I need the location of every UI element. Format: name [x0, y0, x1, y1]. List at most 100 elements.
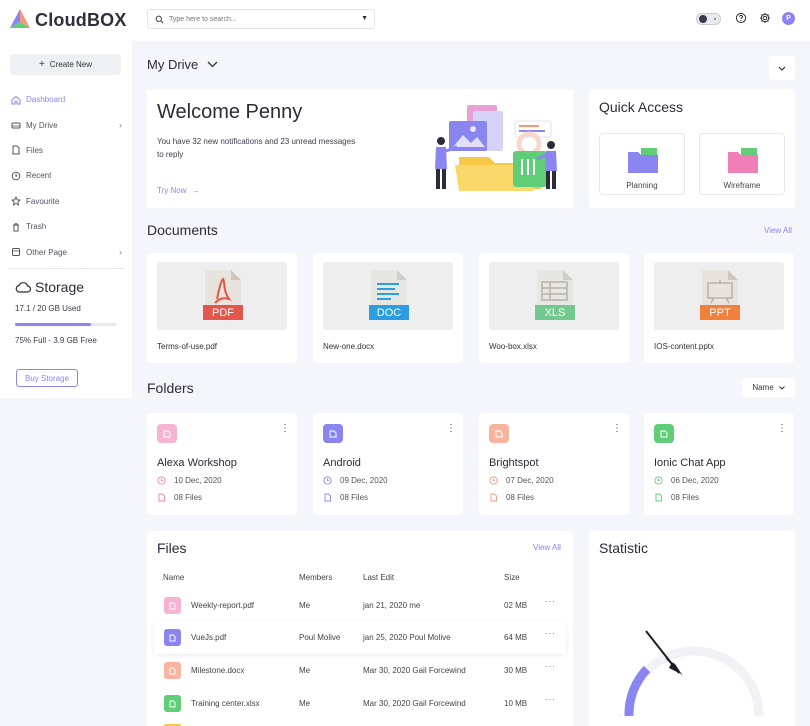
file-last-edit: Mar 30, 2020 Gail Forcewind [363, 666, 466, 675]
folder-date-text: 07 Dec, 2020 [506, 476, 554, 485]
document-thumbnail: PDF [157, 262, 287, 330]
file-name: VueJs.pdf [191, 633, 227, 642]
welcome-card: Welcome Penny You have 32 new notificati… [147, 89, 573, 208]
files-view-all-link[interactable]: View All [533, 543, 561, 552]
sidebar-item-label: Trash [26, 222, 47, 232]
folder-card[interactable]: ⋮ Alexa Workshop 10 Dec, 2020 08 Files [147, 413, 297, 515]
storage-free-text: 75% Full - 3.9 GB Free [15, 336, 97, 345]
quick-access-wireframe[interactable]: Wireframe [699, 133, 785, 195]
sidebar-item-label: Dashboard [26, 95, 66, 105]
buy-storage-button[interactable]: Buy Storage [16, 369, 78, 387]
file-last-edit: jan 21, 2020 me [363, 601, 421, 610]
files-title: Files [157, 540, 187, 556]
folder-files-text: 08 Files [506, 493, 535, 502]
folder-files-text: 08 Files [340, 493, 369, 502]
search-icon [155, 15, 164, 23]
file-icon [324, 493, 331, 502]
sort-dropdown[interactable]: Name [742, 378, 795, 397]
sidebar-item-label: Files [26, 145, 43, 155]
logo[interactable]: CloudBOX [9, 8, 127, 32]
document-thumbnail: XLS [489, 262, 619, 330]
folder-files-text: 08 Files [174, 493, 203, 502]
sidebar: CloudBOX + Create New Dashboard My Drive… [0, 0, 132, 398]
dark-mode-toggle[interactable] [696, 13, 721, 25]
folder-date-text: 09 Dec, 2020 [340, 476, 388, 485]
file-type-label: DOC [377, 307, 402, 319]
document-name: New-one.docx [323, 342, 375, 351]
sidebar-item-files[interactable]: Files [0, 138, 132, 163]
more-options-icon[interactable]: ··· [545, 597, 556, 606]
sidebar-item-label: Other Page [26, 247, 67, 257]
clock-icon [157, 476, 166, 485]
folder-date-text: 06 Dec, 2020 [671, 476, 719, 485]
file-members: Me [299, 601, 311, 610]
file-icon [655, 493, 662, 502]
document-card[interactable]: PPT IOS-content.pptx [644, 253, 794, 363]
more-options-icon[interactable]: ··· [545, 695, 556, 704]
table-row[interactable]: Milestone.docx Me Mar 30, 2020 Gail Forc… [154, 654, 566, 687]
folder-file-count: 08 Files [654, 493, 699, 502]
folder-card[interactable]: ⋮ Ionic Chat App 06 Dec, 2020 08 Files [644, 413, 794, 515]
storage-label: Storage [35, 279, 85, 295]
sidebar-item-recent[interactable]: Recent [0, 163, 132, 188]
more-options-icon[interactable]: ⋮ [777, 424, 787, 434]
folder-badge-icon [157, 424, 177, 443]
quick-access-planning[interactable]: Planning [599, 133, 685, 195]
statistic-title: Statistic [599, 540, 649, 556]
chevron-right-icon: › [119, 247, 122, 258]
folder-date: 07 Dec, 2020 [489, 476, 554, 485]
document-card[interactable]: XLS Woo-box.xlsx [479, 253, 629, 363]
welcome-title: Welcome Penny [157, 101, 303, 123]
sidebar-item-my-drive[interactable]: My Drive › [0, 112, 132, 137]
file-icon [164, 597, 181, 614]
documents-view-all-link[interactable]: View All [764, 226, 792, 235]
more-options-icon[interactable]: ··· [545, 629, 556, 638]
folder-name: Android [323, 457, 361, 469]
table-row[interactable]: Weekly-report.pdf Me jan 21, 2020 me 02 … [154, 589, 566, 622]
sidebar-divider [8, 268, 124, 269]
user-avatar[interactable]: P [782, 12, 795, 25]
storage-progress-fill [15, 323, 91, 326]
sidebar-item-other-page[interactable]: Other Page › [0, 239, 132, 264]
folder-card[interactable]: ⋮ Android 09 Dec, 2020 08 Files [313, 413, 463, 515]
search-bar[interactable]: ▼ [147, 9, 375, 29]
more-options-icon[interactable]: ··· [545, 662, 556, 671]
gear-icon[interactable] [759, 12, 771, 24]
more-options-icon[interactable]: ⋮ [612, 424, 622, 434]
sidebar-item-dashboard[interactable]: Dashboard [0, 87, 132, 112]
options-dropdown-button[interactable] [769, 56, 795, 80]
chevron-down-icon [778, 385, 785, 390]
more-options-icon[interactable]: ⋮ [280, 424, 290, 434]
try-now-link[interactable]: Try Now → [157, 186, 200, 195]
folder-name: Alexa Workshop [157, 457, 237, 469]
page-title-dropdown[interactable]: My Drive [147, 57, 218, 72]
statistic-gauge [619, 630, 764, 717]
file-type-label: PPT [709, 307, 731, 319]
caret-down-icon[interactable]: ▼ [361, 15, 368, 22]
sidebar-item-label: Favourite [26, 196, 60, 206]
xls-file-icon: XLS [535, 270, 575, 320]
try-now-label: Try Now [157, 186, 187, 195]
folders-title: Folders [147, 380, 194, 396]
sidebar-item-trash[interactable]: Trash [0, 214, 132, 239]
sidebar-item-label: My Drive [26, 120, 58, 130]
create-new-button[interactable]: + Create New [10, 54, 121, 75]
column-header-size[interactable]: Size [504, 573, 520, 582]
files-card: Files View All Name Members Last Edit Si… [147, 531, 573, 726]
document-card[interactable]: PDF Terms-of-use.pdf [147, 253, 297, 363]
column-header-members[interactable]: Members [299, 573, 332, 582]
table-row[interactable]: VueJs.pdf Poul Molive jan 25, 2020 Poul … [154, 621, 566, 654]
table-row[interactable]: Training center.xlsx Me Mar 30, 2020 Gai… [154, 687, 566, 720]
search-input[interactable] [169, 15, 349, 23]
folder-icon [728, 148, 758, 173]
help-icon[interactable] [735, 12, 747, 24]
more-options-icon[interactable]: ⋮ [446, 424, 456, 434]
sidebar-item-favourite[interactable]: Favourite [0, 189, 132, 214]
folder-card[interactable]: ⋮ Brightspot 07 Dec, 2020 08 Files [479, 413, 629, 515]
column-header-name[interactable]: Name [163, 573, 184, 582]
clock-icon [654, 476, 663, 485]
document-card[interactable]: DOC New-one.docx [313, 253, 463, 363]
folder-files-text: 08 Files [671, 493, 700, 502]
column-header-last-edit[interactable]: Last Edit [363, 573, 394, 582]
sidebar-nav: Dashboard My Drive › Files Recent Favour… [0, 87, 132, 265]
